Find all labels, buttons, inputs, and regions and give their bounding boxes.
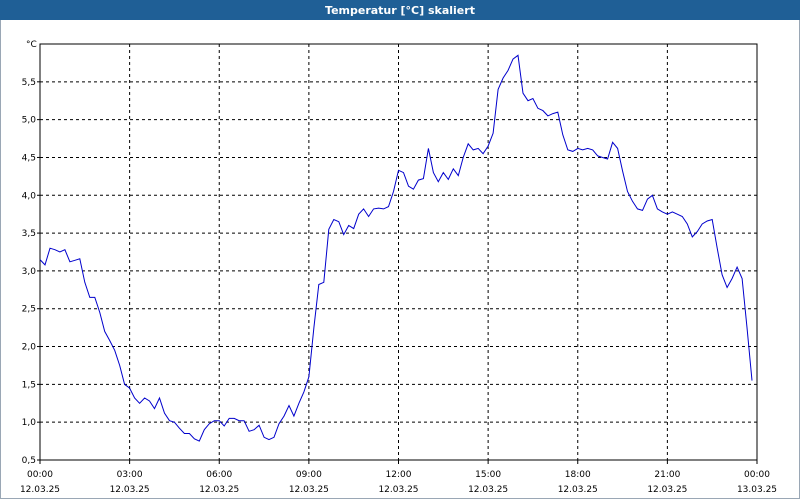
x-tick-time-label: 00:00	[744, 470, 770, 480]
x-tick-time-label: 00:00	[27, 470, 53, 480]
x-tick-date-label: 12.03.25	[289, 485, 329, 495]
y-tick-label: 3,5	[22, 229, 36, 239]
y-tick-label: 2,0	[22, 343, 37, 353]
y-axis-unit-label: °C	[26, 40, 37, 50]
x-tick-date-label: 12.03.25	[199, 485, 239, 495]
y-tick-label: 4,5	[22, 153, 36, 163]
y-tick-label: 5,0	[22, 116, 37, 126]
x-tick-date-label: 12.03.25	[558, 485, 598, 495]
x-tick-time-label: 15:00	[475, 470, 501, 480]
y-tick-label: 4,0	[22, 191, 37, 201]
y-tick-label: 1,5	[22, 380, 36, 390]
temperature-chart: °C 0,5 1,0 1,5 2,0 2,5 3,0 3,5 4,0 4,5 5,0 5,5 00:…	[20, 40, 777, 495]
x-axis-ticks: 00:00 12.03.25 03:00 12.03.25 06:00 12.03.25 0…	[20, 460, 777, 495]
x-tick-date-label: 12.03.25	[378, 485, 418, 495]
x-tick-date-label: 13.03.25	[737, 485, 777, 495]
x-tick-date-label: 12.03.25	[20, 485, 60, 495]
grid-lines	[40, 44, 757, 461]
x-tick-date-label: 12.03.25	[647, 485, 687, 495]
x-tick-time-label: 21:00	[654, 470, 680, 480]
x-tick-time-label: 03:00	[117, 470, 143, 480]
temperature-series-line	[39, 54, 753, 442]
x-tick-time-label: 09:00	[296, 470, 322, 480]
x-tick-time-label: 06:00	[206, 470, 232, 480]
x-tick-date-label: 12.03.25	[468, 485, 508, 495]
x-tick-date-label: 12.03.25	[110, 485, 150, 495]
y-tick-label: 0,5	[22, 456, 36, 466]
y-tick-label: 5,5	[22, 78, 36, 88]
y-tick-label: 1,0	[22, 418, 37, 428]
x-tick-time-label: 12:00	[386, 470, 412, 480]
y-tick-label: 2,5	[22, 305, 36, 315]
y-tick-label: 3,0	[22, 267, 37, 277]
y-axis-ticks: 0,5 1,0 1,5 2,0 2,5 3,0 3,5 4,0 4,5 5,0 5,5	[22, 78, 40, 466]
x-tick-time-label: 18:00	[565, 470, 591, 480]
